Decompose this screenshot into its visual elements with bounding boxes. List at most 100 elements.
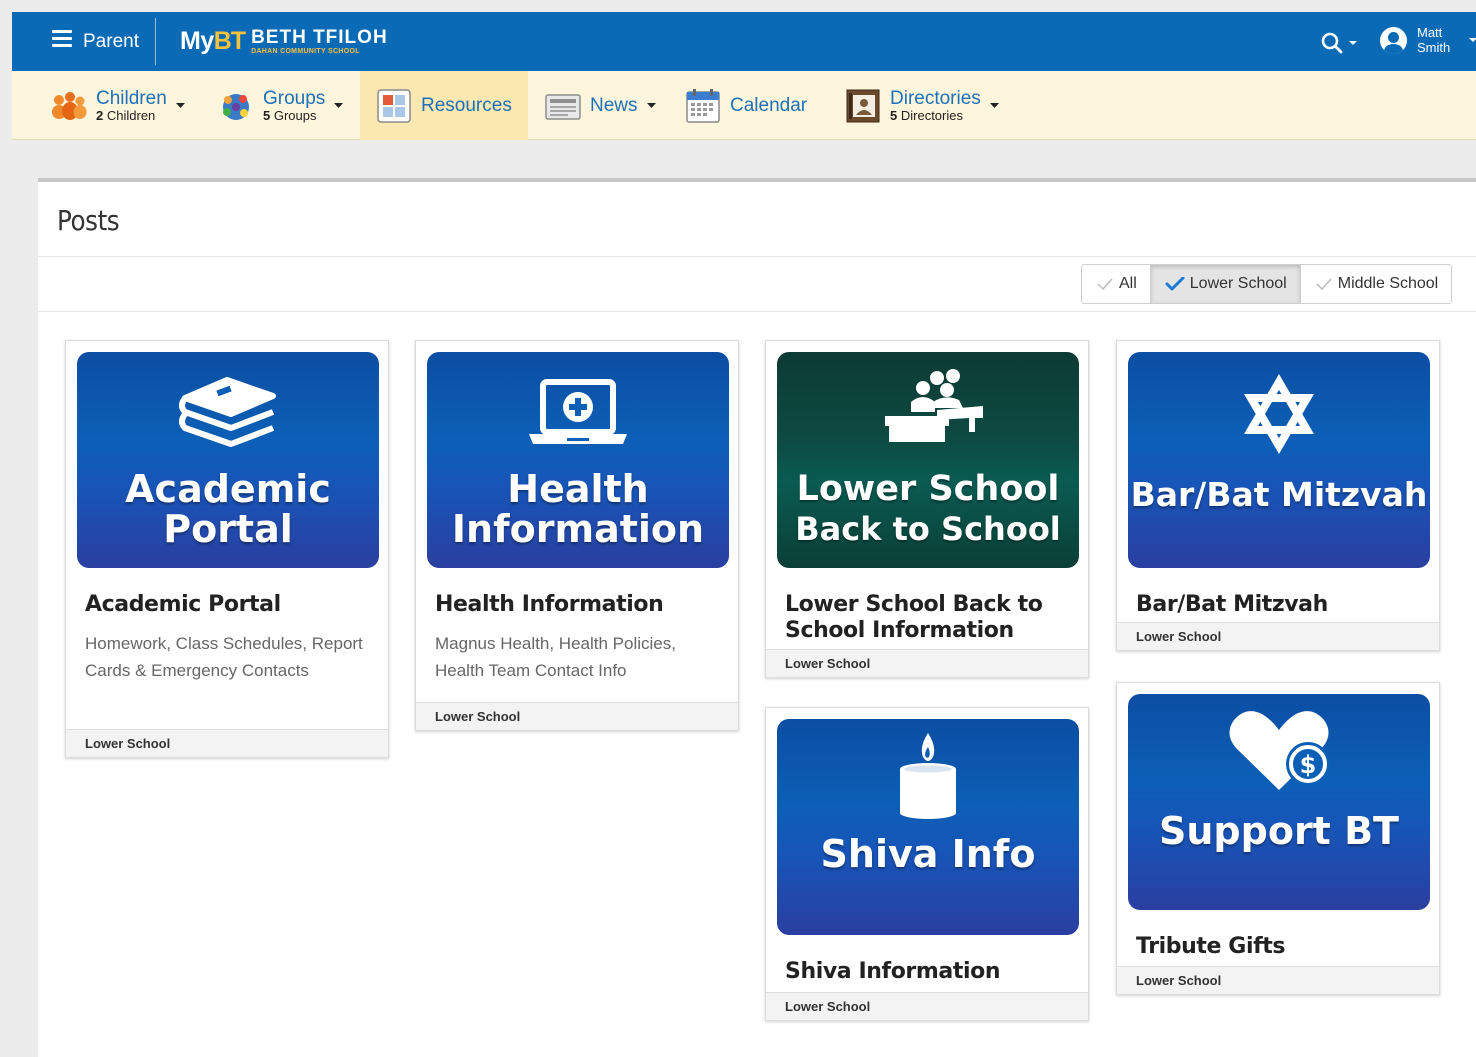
groups-icon xyxy=(217,87,255,125)
image-line2: Information xyxy=(451,507,705,551)
image-line1: Bar/Bat Mitzvah xyxy=(1130,475,1428,514)
chevron-down-icon xyxy=(175,103,185,108)
search-icon xyxy=(1321,32,1357,54)
candle-icon xyxy=(900,733,956,819)
nav-groups-sub-text: Groups xyxy=(273,108,317,123)
image-line1: Academic xyxy=(125,467,331,511)
nav-groups-sub: 5 Groups xyxy=(263,109,325,122)
chevron-down-icon xyxy=(646,103,656,108)
nav-directories-label: Directories xyxy=(890,88,981,109)
chevron-down-icon xyxy=(989,103,999,108)
image-line1: Shiva Info xyxy=(820,832,1036,876)
post-card-title: Health Information xyxy=(435,592,664,617)
nav-resources-label: Resources xyxy=(421,94,512,116)
post-card-title-line1: Lower School Back to xyxy=(785,592,1043,617)
post-card-image-text: Bar/Bat Mitzvah xyxy=(1128,478,1430,511)
user-menu[interactable]: Matt Smith xyxy=(1380,25,1476,59)
logo-my: My xyxy=(180,26,214,55)
post-card[interactable]: $ Support BT Tribute Gifts Lower School xyxy=(1116,682,1440,995)
logo-school-name: BETH TFILOH xyxy=(251,26,388,48)
post-card-description: Homework, Class Schedules, Report Cards … xyxy=(85,634,363,680)
post-card-image-text: Academic Portal xyxy=(77,470,379,548)
post-card-title: Shiva Information xyxy=(785,959,1001,984)
newspaper-icon xyxy=(544,87,582,125)
books-icon xyxy=(179,377,276,447)
nav-groups[interactable]: Groups 5 Groups xyxy=(217,71,344,140)
post-card-image: Health Information xyxy=(427,352,729,568)
nav-news[interactable]: News xyxy=(544,71,656,140)
svg-text:$: $ xyxy=(1300,751,1317,779)
nav-children-count: 2 xyxy=(96,108,104,123)
post-card-title-line2: School Information xyxy=(785,618,1014,643)
filter-lower-school-label: Lower School xyxy=(1189,275,1287,292)
filter-middle-school-button[interactable]: Middle School xyxy=(1299,264,1453,304)
nav-children-label: Children xyxy=(96,88,167,109)
nav-groups-count: 5 xyxy=(263,108,271,123)
search-button[interactable] xyxy=(1320,31,1364,55)
classroom-icon xyxy=(885,369,983,442)
check-icon xyxy=(1097,278,1113,291)
post-card-tag: Lower School xyxy=(1117,622,1439,650)
nav-children-sub-text: Children xyxy=(106,108,156,123)
nav-directories[interactable]: Directories 5 Directories xyxy=(844,71,999,140)
post-card-title: Tribute Gifts xyxy=(1136,934,1286,959)
post-card-description: Magnus Health, Health Policies, Health T… xyxy=(435,634,676,680)
hamburger-menu-icon[interactable] xyxy=(52,30,72,52)
logo-bt: BT xyxy=(213,26,246,55)
check-icon xyxy=(1316,278,1332,291)
post-card-tag: Lower School xyxy=(1117,966,1439,994)
nav-directories-sub: 5 Directories xyxy=(890,109,981,122)
role-switcher[interactable]: Parent xyxy=(83,31,139,53)
filter-button-group: All Lower School Middle School xyxy=(1081,264,1453,304)
post-card-image: Lower School Back to School xyxy=(777,352,1079,568)
image-line1: Lower School xyxy=(796,469,1060,509)
header-divider xyxy=(155,18,156,65)
filter-lower-school-button[interactable]: Lower School xyxy=(1149,264,1301,304)
chevron-down-icon xyxy=(334,103,344,108)
page: Parent My BT BETH TFILOH DAHAN COMMUNITY… xyxy=(0,0,1476,1057)
post-card-image-text: Shiva Info xyxy=(777,835,1079,873)
post-card-tag: Lower School xyxy=(416,702,738,730)
top-header: Parent My BT BETH TFILOH DAHAN COMMUNITY… xyxy=(12,12,1476,71)
filter-all-button[interactable]: All xyxy=(1081,264,1151,304)
star-of-david-icon xyxy=(1244,374,1314,454)
nav-calendar[interactable]: Calendar xyxy=(684,71,807,140)
directory-icon xyxy=(844,87,882,125)
user-last-name: Smith xyxy=(1417,40,1451,55)
post-card[interactable]: Lower School Back to School Lower School… xyxy=(765,340,1089,678)
nav-children[interactable]: Children 2 Children xyxy=(50,71,185,140)
post-card-image-text: Support BT xyxy=(1128,812,1430,850)
nav-groups-label: Groups xyxy=(263,88,326,109)
nav-news-label: News xyxy=(590,94,638,116)
post-card-tag: Lower School xyxy=(66,729,388,757)
filter-all-label: All xyxy=(1119,275,1137,292)
logo-school: BETH TFILOH DAHAN COMMUNITY SCHOOL xyxy=(251,28,388,55)
post-card[interactable]: Bar/Bat Mitzvah Bar/Bat Mitzvah Lower Sc… xyxy=(1116,340,1440,651)
image-line2: Back to School xyxy=(795,510,1061,548)
logo-school-sub: DAHAN COMMUNITY SCHOOL xyxy=(251,47,360,55)
main-nav: Children 2 Children Groups 5 Groups Reso… xyxy=(12,71,1476,140)
post-card-image: $ Support BT xyxy=(1128,694,1430,910)
school-logo[interactable]: My BT BETH TFILOH DAHAN COMMUNITY SCHOOL xyxy=(180,26,388,56)
nav-resources[interactable]: Resources xyxy=(360,71,528,140)
post-card[interactable]: Shiva Info Shiva Information Lower Schoo… xyxy=(765,707,1089,1021)
post-card-title: Lower School Back to School Information xyxy=(785,592,1043,644)
post-card-image: Bar/Bat Mitzvah xyxy=(1128,352,1430,568)
image-line2: Portal xyxy=(163,507,293,551)
post-card-image-text: Health Information xyxy=(427,470,729,548)
post-card-title: Bar/Bat Mitzvah xyxy=(1136,592,1328,617)
divider xyxy=(38,256,1476,257)
post-card-tag: Lower School xyxy=(766,649,1088,677)
nav-directories-count: 5 xyxy=(890,108,898,123)
check-icon xyxy=(1165,277,1185,291)
heart-dollar-icon: $ xyxy=(1229,711,1330,790)
divider xyxy=(38,311,1476,312)
post-card[interactable]: Academic Portal Academic Portal Homework… xyxy=(65,340,389,758)
user-avatar-icon xyxy=(1380,27,1407,54)
user-first-name: Matt xyxy=(1417,25,1443,40)
nav-children-sub: 2 Children xyxy=(96,109,167,122)
nav-directories-sub-text: Directories xyxy=(900,108,963,123)
post-card-image: Academic Portal xyxy=(77,352,379,568)
nav-calendar-label: Calendar xyxy=(730,94,808,116)
post-card[interactable]: Health Information Health Information Ma… xyxy=(415,340,739,731)
